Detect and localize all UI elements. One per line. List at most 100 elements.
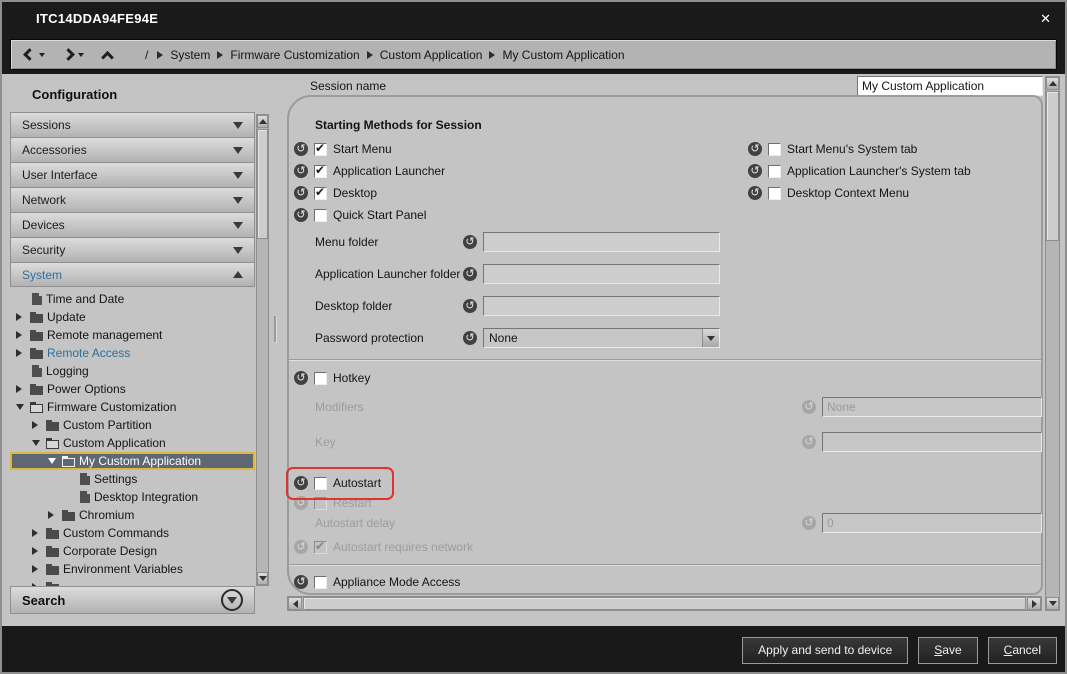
desktop-folder-input[interactable] — [483, 296, 720, 316]
expand-arrow-icon[interactable] — [32, 421, 46, 429]
reset-parameter-icon[interactable] — [294, 142, 308, 156]
appliance-mode-access-checkbox[interactable] — [314, 576, 327, 589]
tree-item-update[interactable]: Update — [10, 308, 255, 326]
sidebar-section-accessories[interactable]: Accessories — [10, 137, 255, 162]
scroll-up-button[interactable] — [257, 115, 268, 128]
back-button[interactable] — [25, 50, 45, 59]
reset-parameter-icon[interactable] — [294, 164, 308, 178]
expand-arrow-icon[interactable] — [32, 565, 46, 573]
reset-parameter-icon[interactable] — [748, 142, 762, 156]
expand-arrow-icon[interactable] — [48, 511, 62, 519]
tree-item-power-options[interactable]: Power Options — [10, 380, 255, 398]
breadcrumb-separator-icon — [367, 51, 373, 59]
scroll-down-button[interactable] — [1046, 597, 1059, 610]
forward-button[interactable] — [64, 50, 84, 59]
search-bar[interactable]: Search — [10, 586, 255, 614]
content-vertical-scrollbar[interactable] — [1045, 76, 1060, 611]
application-launcher-folder-input[interactable] — [483, 264, 720, 284]
sidebar-section-network[interactable]: Network — [10, 187, 255, 212]
tree-item-my-custom-application[interactable]: My Custom Application — [10, 452, 255, 470]
expand-arrow-icon[interactable] — [16, 385, 30, 393]
expand-arrow-icon[interactable] — [32, 529, 46, 537]
quick-start-panel-checkbox[interactable] — [314, 209, 327, 222]
tree-item-logging[interactable]: Logging — [10, 362, 255, 380]
tree-item-environment-variables[interactable]: Environment Variables — [10, 560, 255, 578]
expand-arrow-icon[interactable] — [16, 331, 30, 339]
apply-and-send-button[interactable]: Apply and send to device — [742, 637, 908, 664]
tree-item-custom-commands[interactable]: Custom Commands — [10, 524, 255, 542]
breadcrumb-bar: / System Firmware Customization Custom A… — [10, 39, 1057, 70]
tree-item-desktop-integration[interactable]: Desktop Integration — [10, 488, 255, 506]
sidebar-scrollbar[interactable] — [256, 114, 269, 586]
reset-parameter-icon[interactable] — [463, 299, 477, 313]
collapse-arrow-icon[interactable] — [32, 440, 46, 446]
password-protection-select[interactable]: None — [483, 328, 720, 348]
reset-parameter-icon[interactable] — [294, 208, 308, 222]
scrollbar-track[interactable] — [257, 128, 268, 572]
dropdown-arrow-button[interactable] — [702, 329, 719, 347]
sidebar-section-user-interface[interactable]: User Interface — [10, 162, 255, 187]
reset-parameter-icon[interactable] — [748, 186, 762, 200]
scrollbar-thumb[interactable] — [1046, 91, 1059, 241]
sidebar-section-sessions[interactable]: Sessions — [10, 112, 255, 137]
scroll-left-button[interactable] — [288, 597, 302, 610]
desktop-context-menu-checkbox[interactable] — [768, 187, 781, 200]
reset-parameter-icon[interactable] — [463, 331, 477, 345]
tree-item-chromium[interactable]: Chromium — [10, 506, 255, 524]
breadcrumb-item-my-custom-application[interactable]: My Custom Application — [502, 48, 624, 62]
save-button[interactable]: Save — [918, 637, 977, 664]
nav-strip: / System Firmware Customization Custom A… — [2, 35, 1065, 74]
reset-parameter-icon[interactable] — [294, 575, 308, 589]
session-name-input[interactable] — [857, 76, 1043, 96]
content-horizontal-scrollbar[interactable] — [287, 596, 1042, 611]
start-menu-system-tab-checkbox[interactable] — [768, 143, 781, 156]
tree-item-corporate-design[interactable]: Corporate Design — [10, 542, 255, 560]
expand-arrow-icon[interactable] — [16, 349, 30, 357]
open-folder-icon — [30, 404, 43, 413]
application-launcher-system-tab-checkbox[interactable] — [768, 165, 781, 178]
tree-item-remote-management[interactable]: Remote management — [10, 326, 255, 344]
scrollbar-thumb[interactable] — [303, 597, 1026, 610]
scroll-right-button[interactable] — [1027, 597, 1041, 610]
sidebar-section-devices[interactable]: Devices — [10, 212, 255, 237]
tree-item-partial[interactable] — [10, 578, 255, 586]
tree-item-time-and-date[interactable]: Time and Date — [10, 290, 255, 308]
scroll-down-button[interactable] — [257, 572, 268, 585]
search-expand-button[interactable] — [221, 589, 243, 611]
tree-item-custom-partition[interactable]: Custom Partition — [10, 416, 255, 434]
sidebar-section-system[interactable]: System — [10, 262, 255, 287]
option-start-menu: Start Menu — [294, 140, 392, 158]
collapse-arrow-icon[interactable] — [48, 458, 62, 464]
tree-item-remote-access[interactable]: Remote Access — [10, 344, 255, 362]
scrollbar-track[interactable] — [1046, 90, 1059, 597]
desktop-checkbox[interactable] — [314, 187, 327, 200]
breadcrumb-item-firmware-customization[interactable]: Firmware Customization — [230, 48, 359, 62]
close-icon[interactable]: ✕ — [1040, 2, 1051, 35]
cancel-button[interactable]: Cancel — [988, 637, 1057, 664]
reset-parameter-icon[interactable] — [294, 186, 308, 200]
menu-folder-input[interactable] — [483, 232, 720, 252]
sidebar-section-security[interactable]: Security — [10, 237, 255, 262]
tree-item-firmware-customization[interactable]: Firmware Customization — [10, 398, 255, 416]
hotkey-checkbox[interactable] — [314, 372, 327, 385]
expand-arrow-icon[interactable] — [32, 547, 46, 555]
breadcrumb-item-custom-application[interactable]: Custom Application — [380, 48, 483, 62]
expand-arrow-icon[interactable] — [16, 313, 30, 321]
up-button[interactable] — [103, 50, 112, 59]
reset-parameter-icon[interactable] — [463, 235, 477, 249]
application-launcher-checkbox[interactable] — [314, 165, 327, 178]
tree-item-settings[interactable]: Settings — [10, 470, 255, 488]
scroll-up-button[interactable] — [1046, 77, 1059, 90]
breadcrumb-root[interactable]: / — [145, 48, 148, 62]
pane-splitter[interactable] — [271, 76, 280, 610]
reset-parameter-icon[interactable] — [294, 371, 308, 385]
breadcrumb-item-system[interactable]: System — [170, 48, 210, 62]
start-menu-checkbox[interactable] — [314, 143, 327, 156]
scrollbar-thumb[interactable] — [257, 129, 268, 239]
document-icon — [32, 365, 42, 377]
scrollbar-track[interactable] — [302, 597, 1027, 610]
reset-parameter-icon[interactable] — [748, 164, 762, 178]
reset-parameter-icon[interactable] — [463, 267, 477, 281]
collapse-arrow-icon[interactable] — [16, 404, 30, 410]
tree-item-custom-application[interactable]: Custom Application — [10, 434, 255, 452]
